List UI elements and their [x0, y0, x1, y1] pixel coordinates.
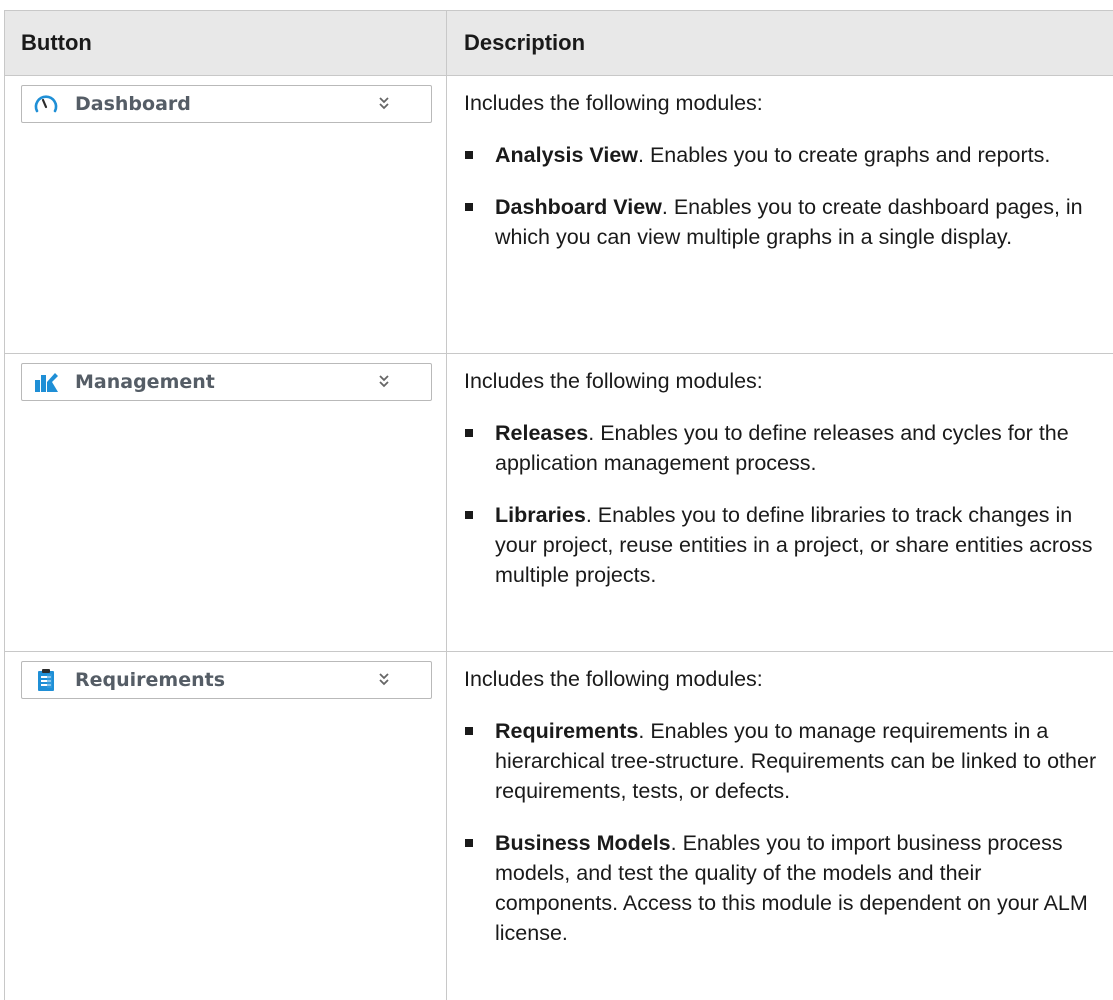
bullet-icon — [465, 511, 473, 519]
management-button[interactable]: Management — [21, 363, 432, 401]
list-item: Business Models. Enables you to import b… — [464, 828, 1113, 948]
management-button-label: Management — [75, 371, 215, 393]
chevron-double-down-icon — [377, 373, 391, 391]
requirements-button[interactable]: Requirements — [21, 661, 432, 699]
module-list: Releases. Enables you to define releases… — [464, 418, 1113, 590]
button-cell: Requirements — [5, 652, 447, 1000]
module-description: . Enables you to create graphs and repor… — [638, 143, 1051, 167]
requirements-button-label: Requirements — [75, 669, 226, 691]
bullet-icon — [465, 839, 473, 847]
chevron-double-down-icon — [377, 671, 391, 689]
module-list: Requirements. Enables you to manage requ… — [464, 716, 1113, 948]
bullet-icon — [465, 727, 473, 735]
bar-chart-icon — [33, 369, 59, 395]
module-name: Business Models — [495, 831, 671, 855]
chevron-double-down-icon — [377, 95, 391, 113]
bullet-icon — [465, 429, 473, 437]
bullet-icon — [465, 151, 473, 159]
table-row-requirements: Requirements Includes the following modu… — [5, 652, 1113, 1000]
column-header-button: Button — [5, 11, 447, 75]
modules-table: Button Description Dashboard Includes th… — [4, 10, 1113, 1000]
button-cell: Dashboard — [5, 76, 447, 353]
module-name: Requirements — [495, 719, 639, 743]
table-row-management: Management Includes the following module… — [5, 354, 1113, 652]
bullet-icon — [465, 203, 473, 211]
module-list: Analysis View. Enables you to create gra… — [464, 140, 1113, 252]
list-item: Libraries. Enables you to define librari… — [464, 500, 1113, 590]
description-cell: Includes the following modules: Requirem… — [447, 652, 1113, 1000]
description-intro: Includes the following modules: — [464, 369, 763, 393]
module-name: Libraries — [495, 503, 586, 527]
list-item: Dashboard View. Enables you to create da… — [464, 192, 1113, 252]
table-row-dashboard: Dashboard Includes the following modules… — [5, 76, 1113, 354]
list-item: Requirements. Enables you to manage requ… — [464, 716, 1113, 806]
module-name: Analysis View — [495, 143, 639, 167]
list-item: Analysis View. Enables you to create gra… — [464, 140, 1113, 170]
button-cell: Management — [5, 354, 447, 651]
module-name: Releases — [495, 421, 589, 445]
speedometer-icon — [33, 91, 59, 117]
description-intro: Includes the following modules: — [464, 667, 763, 691]
description-intro: Includes the following modules: — [464, 91, 763, 115]
list-item: Releases. Enables you to define releases… — [464, 418, 1113, 478]
description-cell: Includes the following modules: Analysis… — [447, 76, 1113, 353]
column-header-description: Description — [464, 30, 586, 55]
table-header: Button Description — [5, 10, 1113, 76]
module-name: Dashboard View — [495, 195, 662, 219]
description-cell: Includes the following modules: Releases… — [447, 354, 1113, 651]
clipboard-icon — [33, 667, 59, 693]
dashboard-button-label: Dashboard — [75, 93, 191, 115]
dashboard-button[interactable]: Dashboard — [21, 85, 432, 123]
